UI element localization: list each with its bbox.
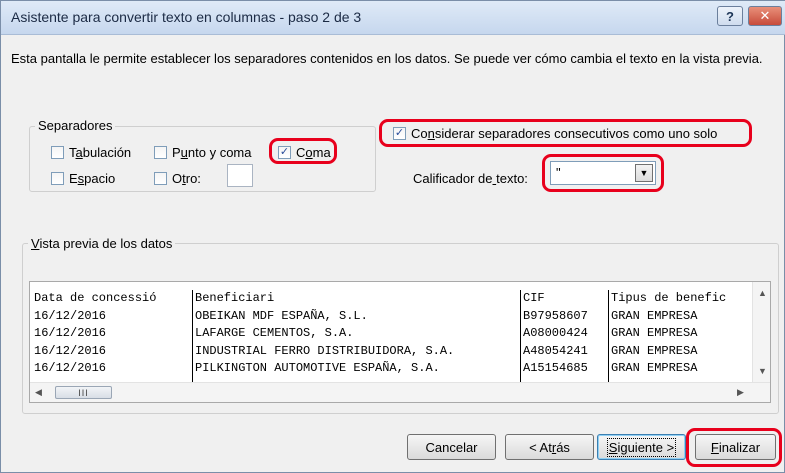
tab-checkbox[interactable]: Tabulación [51,145,131,160]
semicolon-checkbox-box [154,146,167,159]
preview-grid: Data de concessió 16/12/2016 16/12/2016 16/… [30,282,752,382]
preview-column: Data de concessió 16/12/2016 16/12/2016 16/… [32,290,192,382]
cancel-button[interactable]: Cancelar [407,434,496,460]
back-button[interactable]: < Atrás [505,434,594,460]
horizontal-scrollbar[interactable]: ◀ III ▶ [30,382,770,402]
comma-checkbox-label: Coma [296,145,331,160]
close-icon: ✕ [759,8,771,23]
preview-cell: GRAN EMPRESA [611,308,698,323]
help-button[interactable]: ? [717,6,743,26]
preview-cell: LAFARGE CEMENTOS, S.A. [195,326,354,340]
preview-cell: GRAN EMPRESA [611,343,698,358]
preview-header-cell: Tipus de benefic [611,291,727,305]
help-icon: ? [726,8,734,24]
dropdown-arrow-icon[interactable]: ▼ [635,164,653,182]
preview-header-cell: Data de concessió [34,291,157,305]
description-text: Esta pantalla le permite establecer los … [11,51,763,66]
separators-legend: Separadores [35,118,116,133]
other-checkbox-label: Otro: [172,171,201,186]
scroll-right-icon[interactable]: ▶ [737,387,744,398]
preview-cell: B97958607 [523,308,588,323]
consecutive-separators-checkbox[interactable]: ✓ Considerar separadores consecutivos co… [393,126,717,141]
consecutive-checkbox-label: Considerar separadores consecutivos como… [411,126,718,141]
scroll-up-icon[interactable]: ▲ [758,288,767,298]
wizard-dialog: Asistente para convertir texto en column… [0,0,785,473]
semicolon-checkbox-label: Punto y coma [172,145,252,160]
preview-header-cell: Beneficiari [195,291,275,305]
next-button[interactable]: Siguiente > [597,434,686,460]
window-title: Asistente para convertir texto en column… [11,9,362,25]
preview-column: Beneficiari OBEIKAN MDF ESPAÑA, S.L. LAFAR… [192,290,520,382]
preview-cell: INDUSTRIAL FERRO DISTRIBUIDORA, S.A. [195,343,455,358]
close-button[interactable]: ✕ [748,6,782,26]
preview-cell: PILKINGTON AUTOMOTIVE ESPAÑA, S.A. [195,361,440,375]
preview-header-cell: CIF [523,291,545,305]
text-qualifier-label: Calificador de texto: [413,171,528,186]
tab-checkbox-label: Tabulación [69,145,132,160]
preview-cell: GRAN EMPRESA [611,326,698,340]
consecutive-checkbox-box: ✓ [393,127,406,140]
text-qualifier-value: " [556,165,561,180]
preview-column: Tipus de benefic GRAN EMPRESA GRAN EMPRESA… [608,290,752,382]
preview-cell: GRAN EMPRESA [611,361,698,375]
finish-button-label: Finalizar [710,439,761,455]
text-qualifier-select[interactable]: " ▼ [550,161,656,185]
preview-column: CIF B97958607 A08000424 A48054241 A15154685 [520,290,608,382]
data-preview[interactable]: Data de concessió 16/12/2016 16/12/2016 16/… [29,281,771,403]
scroll-down-icon[interactable]: ▼ [758,366,767,376]
preview-cell: 16/12/2016 [34,343,107,358]
scroll-thumb[interactable]: III [55,386,112,399]
preview-cell: 16/12/2016 [34,326,107,340]
preview-legend: Vista previa de los datos [28,236,176,251]
back-button-label: < Atrás [529,439,570,455]
preview-cell: A48054241 [523,343,588,358]
semicolon-checkbox[interactable]: Punto y coma [154,145,252,160]
finish-button[interactable]: Finalizar [695,434,776,460]
preview-cell: 16/12/2016 [34,361,107,375]
title-bar: Asistente para convertir texto en column… [1,1,785,35]
space-checkbox[interactable]: Espacio [51,171,115,186]
preview-cell: A08000424 [523,326,588,340]
comma-checkbox-box: ✓ [278,146,291,159]
preview-cell: A15154685 [523,361,588,375]
preview-cell: 16/12/2016 [34,308,107,323]
next-button-label: Siguiente > [606,437,677,457]
tab-checkbox-box [51,146,64,159]
cancel-button-label: Cancelar [425,439,478,455]
space-checkbox-label: Espacio [69,171,116,186]
preview-cell: OBEIKAN MDF ESPAÑA, S.L. [195,308,368,323]
other-separator-input[interactable] [227,164,253,187]
vertical-scrollbar[interactable]: ▲ ▼ [752,282,770,382]
space-checkbox-box [51,172,64,185]
other-checkbox[interactable]: Otro: [154,171,201,186]
scroll-left-icon[interactable]: ◀ [35,387,42,398]
other-checkbox-box [154,172,167,185]
comma-checkbox[interactable]: ✓ Coma [278,145,331,160]
